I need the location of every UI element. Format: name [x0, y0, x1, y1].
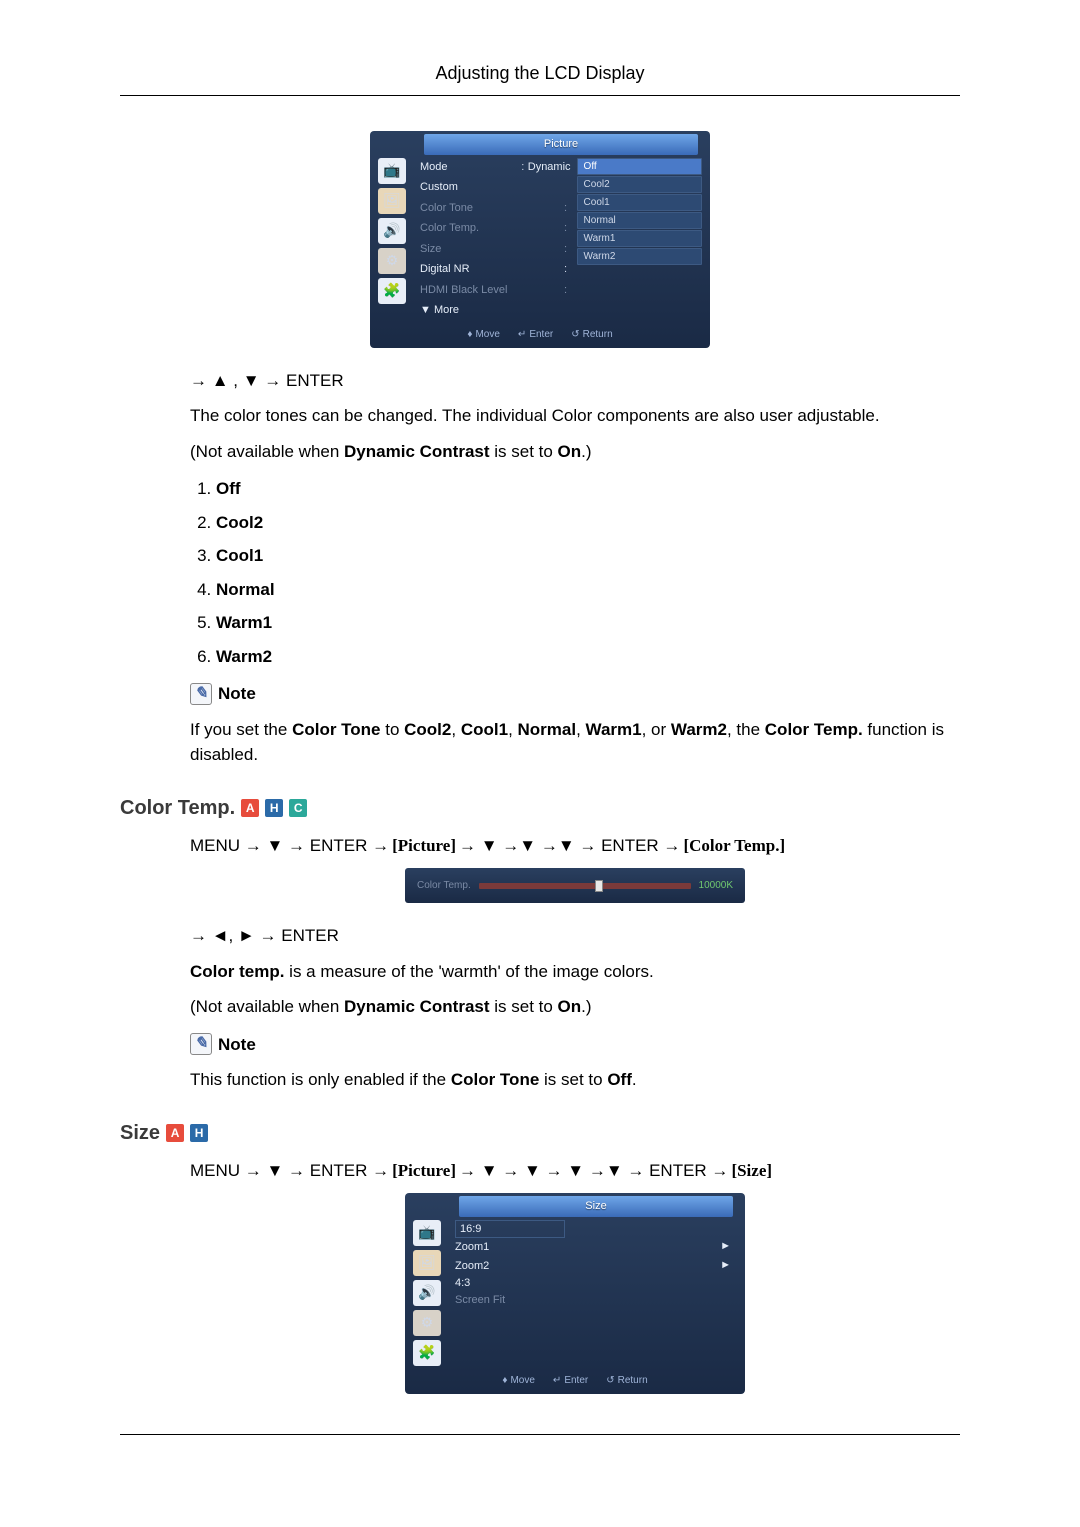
- osd-color-temp-slider: Color Temp. 10000K: [190, 868, 960, 903]
- osd-footer-return: Return: [571, 327, 612, 342]
- note-icon: ✎: [190, 1033, 212, 1055]
- osd-picture-screenshot: Picture 📺 🖼 🔊 ⚙ 🧩 Mode:Dynamic Custom Co…: [120, 131, 960, 348]
- osd-size-item: 4:3: [455, 1276, 470, 1290]
- osd-footer-enter: Enter: [553, 1373, 588, 1388]
- osd-menu-list: Mode:Dynamic Custom Color Tone: Color Te…: [420, 158, 571, 320]
- osd-footer-return: Return: [606, 1373, 647, 1388]
- osd-value-popup: Off Cool2 Cool1 Normal Warm1 Warm2: [577, 158, 702, 320]
- menu-path: MENU → ▼ → ENTER → [Picture] → ▼ →▼ →▼ →…: [190, 833, 960, 859]
- note-text: If you set the Color Tone to Cool2, Cool…: [190, 717, 960, 768]
- note-icon: ✎: [190, 683, 212, 705]
- page-footer-rule: [120, 1434, 960, 1435]
- osd-tab-title: Size: [459, 1196, 733, 1217]
- list-item: Cool2: [216, 510, 960, 536]
- osd-tab-title: Picture: [424, 134, 698, 155]
- list-item: Cool1: [216, 543, 960, 569]
- osd-side-icon-multi: 🧩: [378, 278, 406, 304]
- osd-menu-item: Color Temp.: [420, 220, 561, 237]
- osd-menu-item: Color Tone: [420, 200, 561, 217]
- osd-size-item: 16:9: [455, 1220, 565, 1239]
- page-header: Adjusting the LCD Display: [120, 60, 960, 96]
- osd-side-icon-sound: 🔊: [413, 1280, 441, 1306]
- osd-side-icon-sound: 🔊: [378, 218, 406, 244]
- osd-menu-item: HDMI Black Level: [420, 282, 561, 299]
- osd-value-item: Normal: [577, 212, 702, 229]
- badge-h-icon: H: [265, 799, 283, 817]
- osd-footer: ♦ Move Enter Return: [405, 1370, 745, 1390]
- osd-footer: ♦ Move Enter Return: [370, 324, 710, 344]
- section-title-size: Size A H: [120, 1118, 960, 1148]
- slider-track: [479, 883, 691, 889]
- osd-value-item: Cool2: [577, 176, 702, 193]
- osd-value-item: Off: [577, 158, 702, 175]
- badge-h-icon: H: [190, 1124, 208, 1142]
- osd-size-item: Zoom2: [455, 1257, 489, 1276]
- note-label: Note: [218, 681, 256, 707]
- osd-sidebar: 📺 🖼 🔊 ⚙ 🧩: [378, 158, 408, 320]
- osd-footer-move: ♦ Move: [467, 327, 500, 342]
- osd-value-item: Warm2: [577, 248, 702, 265]
- body-text: (Not available when Dynamic Contrast is …: [190, 994, 960, 1020]
- osd-menu-value: Dynamic: [528, 159, 571, 176]
- list-item: Warm2: [216, 644, 960, 670]
- badge-a-icon: A: [166, 1124, 184, 1142]
- osd-size-screenshot: Size 📺 🖼 🔊 ⚙ 🧩 16:9 Zoom1 ► Zoom2 ► 4:3: [190, 1193, 960, 1394]
- menu-path: MENU → ▼ → ENTER → [Picture] → ▼ → ▼ → ▼…: [190, 1158, 960, 1184]
- osd-value-item: Warm1: [577, 230, 702, 247]
- osd-side-icon-picture: 🖼: [378, 188, 406, 214]
- osd-size-item: Zoom1: [455, 1238, 489, 1257]
- osd-menu-item: ▼ More: [420, 302, 571, 319]
- osd-side-icon-picture: 🖼: [413, 1250, 441, 1276]
- list-item: Off: [216, 476, 960, 502]
- osd-value-item: Cool1: [577, 194, 702, 211]
- nav-sequence-1: → ▲ , ▼ → ENTER: [190, 368, 960, 394]
- nav-sequence-2: → ◄, ► → ENTER: [190, 923, 960, 949]
- osd-footer-enter: Enter: [518, 327, 553, 342]
- slider-thumb: [595, 880, 603, 892]
- osd-side-icon-setup: ⚙: [413, 1310, 441, 1336]
- slider-value: 10000K: [699, 878, 733, 893]
- osd-size-list: 16:9 Zoom1 ► Zoom2 ► 4:3 Screen Fit: [443, 1220, 737, 1366]
- osd-side-icon-input: 📺: [413, 1220, 441, 1246]
- chevron-right-icon: ►: [720, 1238, 731, 1257]
- list-item: Normal: [216, 577, 960, 603]
- color-tone-options-list: Off Cool2 Cool1 Normal Warm1 Warm2: [216, 476, 960, 669]
- slider-label: Color Temp.: [417, 878, 471, 893]
- osd-menu-item: Digital NR: [420, 261, 561, 278]
- section-title-color-temp: Color Temp. A H C: [120, 793, 960, 823]
- badge-c-icon: C: [289, 799, 307, 817]
- chevron-right-icon: ►: [720, 1257, 731, 1276]
- osd-sidebar: 📺 🖼 🔊 ⚙ 🧩: [413, 1220, 443, 1366]
- osd-side-icon-multi: 🧩: [413, 1340, 441, 1366]
- note-text: This function is only enabled if the Col…: [190, 1067, 960, 1093]
- body-text: Color temp. is a measure of the 'warmth'…: [190, 959, 960, 985]
- osd-side-icon-input: 📺: [378, 158, 406, 184]
- osd-menu-item: Mode: [420, 159, 518, 176]
- osd-side-icon-setup: ⚙: [378, 248, 406, 274]
- badge-a-icon: A: [241, 799, 259, 817]
- body-text: The color tones can be changed. The indi…: [190, 403, 960, 429]
- note-label: Note: [218, 1032, 256, 1058]
- osd-size-item: Screen Fit: [455, 1293, 505, 1307]
- body-text: (Not available when Dynamic Contrast is …: [190, 439, 960, 465]
- osd-menu-item: Custom: [420, 179, 571, 196]
- list-item: Warm1: [216, 610, 960, 636]
- osd-footer-move: ♦ Move: [502, 1373, 535, 1388]
- osd-menu-item: Size: [420, 241, 561, 258]
